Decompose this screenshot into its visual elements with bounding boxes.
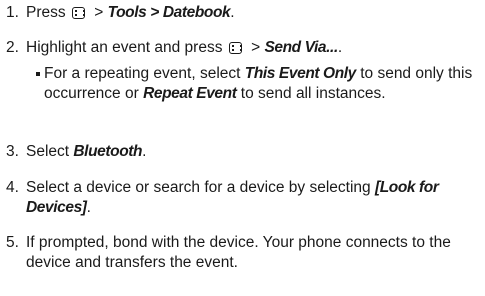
step-3: 3. Select Bluetooth. <box>6 142 477 162</box>
step-1: 1. Press > Tools > Datebook. <box>6 3 477 23</box>
step-text: Press > Tools > Datebook. <box>26 4 235 21</box>
step-text: Select Bluetooth. <box>26 143 147 160</box>
step-number: 5. <box>6 234 19 251</box>
step-number: 2. <box>6 39 19 56</box>
sub-bullet: For a repeating event, select This Event… <box>36 64 477 104</box>
option-this-event-only: This Event Only <box>244 65 357 82</box>
step-5: 5. If prompted, bond with the device. Yo… <box>6 233 477 273</box>
step-text: If prompted, bond with the device. Your … <box>26 234 451 271</box>
menu-path: Tools > Datebook <box>107 4 231 21</box>
step-text: Select a device or search for a device b… <box>26 179 439 216</box>
option-repeat-event: Repeat Event <box>143 85 237 102</box>
menu-option: Bluetooth <box>73 143 143 160</box>
step-text: Highlight an event and press > Send Via.… <box>26 39 343 56</box>
menu-key-icon <box>71 7 85 19</box>
bullet-marker <box>36 72 40 76</box>
step-2: 2. Highlight an event and press > Send V… <box>6 38 477 58</box>
menu-path: Send Via... <box>264 39 338 56</box>
step-4: 4. Select a device or search for a devic… <box>6 178 477 218</box>
step-number: 1. <box>6 4 19 21</box>
step-number: 3. <box>6 143 19 160</box>
step-number: 4. <box>6 179 19 196</box>
menu-key-icon <box>228 42 242 54</box>
sub-bullet-text: For a repeating event, select This Event… <box>44 65 473 102</box>
